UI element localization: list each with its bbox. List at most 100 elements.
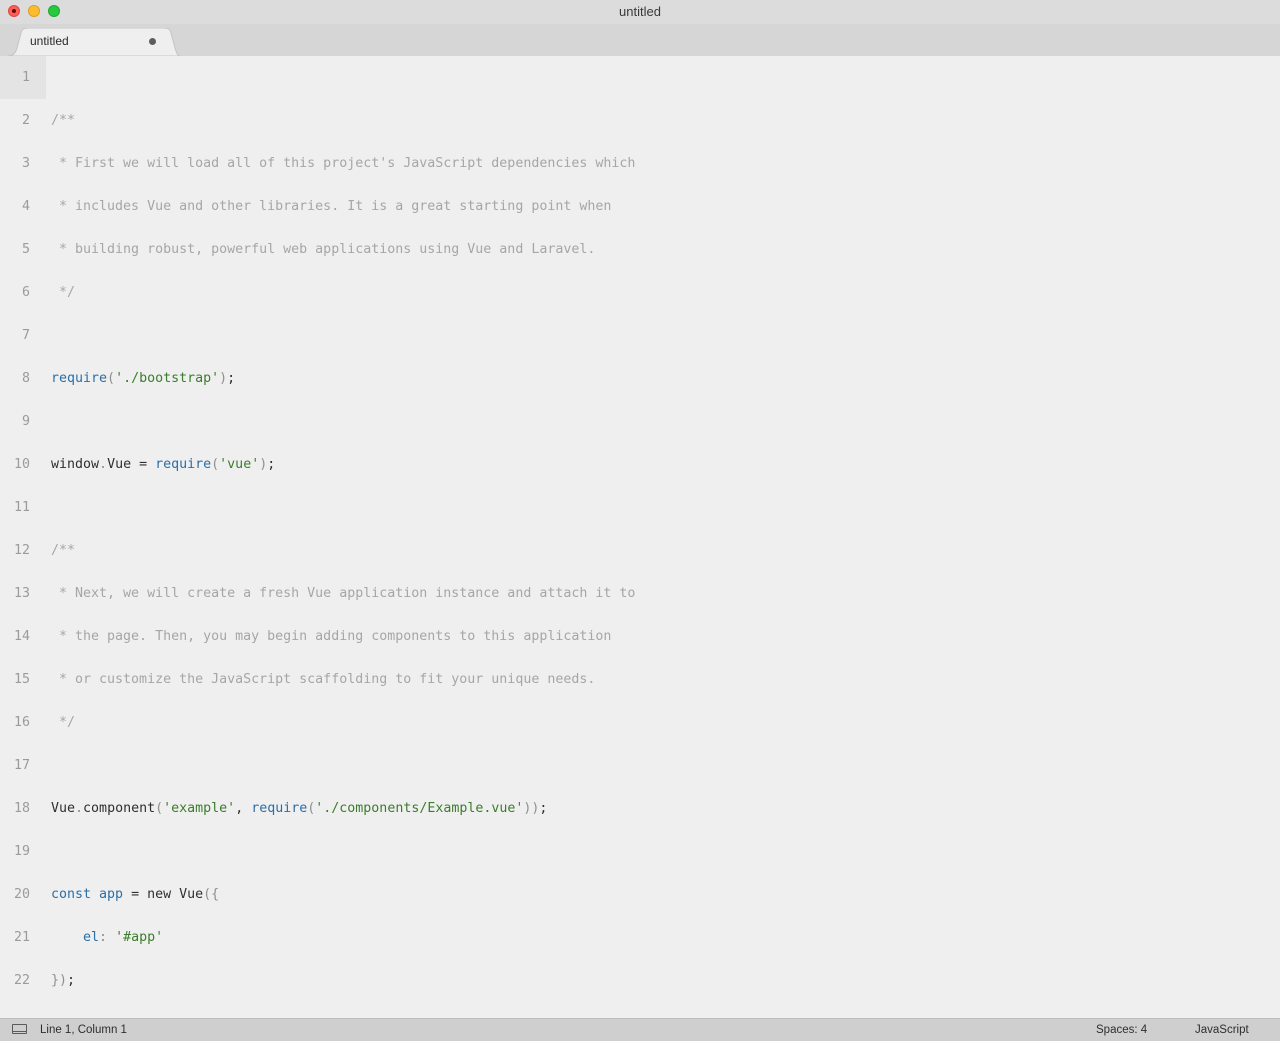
code-token: ; [227,371,236,386]
line-code: el: '#app' [51,930,163,945]
code-token: /** [51,543,76,558]
code-token: * or customize the JavaScript scaffoldin… [51,672,596,687]
line-code: /** [51,113,75,128]
code-token: * the page. Then, you may begin adding c… [51,629,612,644]
code-token: ( [107,371,116,386]
line-code: * the page. Then, you may begin adding c… [51,629,611,644]
line-number: 12 [13,543,30,558]
line-number: 5 [21,242,30,257]
line-code: * includes Vue and other libraries. It i… [51,199,611,214]
code-token: . [99,457,108,472]
cursor-position[interactable]: Line 1, Column 1 [40,1024,127,1036]
code-token: Vue [51,801,76,816]
line-code: * First we will load all of this project… [51,156,635,171]
code-token: './components/Example.vue' [315,801,524,816]
code-token: = new Vue [123,887,204,902]
code-line[interactable]: 14 * the page. Then, you may begin addin… [0,615,1280,658]
line-number: 8 [21,371,30,386]
code-line[interactable]: 10 window.Vue = require('vue'); [0,443,1280,486]
code-token: }) [51,973,68,988]
line-number: 7 [21,328,30,343]
line-number: 14 [13,629,30,644]
syntax-selector[interactable]: JavaScript [1195,1024,1249,1036]
line-number: 22 [13,973,30,988]
code-line[interactable]: 12 /** [0,529,1280,572]
line-number: 2 [21,113,30,128]
line-code: * building robust, powerful web applicat… [51,242,595,257]
code-line[interactable]: 18 Vue.component('example', require('./co… [0,787,1280,830]
line-code: }); [51,973,75,988]
line-number: 11 [13,500,30,515]
code-line[interactable]: 22}); [0,959,1280,1002]
code-token: ) [219,371,228,386]
code-line[interactable]: 15 * or customize the JavaScript scaffol… [0,658,1280,701]
code-token: el [83,930,100,945]
line-number: 16 [13,715,30,730]
line-number: 21 [13,930,30,945]
tab-bar: untitled [0,24,1280,56]
code-line[interactable]: 16 */ [0,701,1280,744]
code-line[interactable]: 11 [0,486,1280,529]
line-code: window.Vue = require('vue'); [51,457,275,472]
code-line[interactable]: 3 * First we will load all of this proje… [0,142,1280,185]
code-line[interactable]: 7 [0,314,1280,357]
code-line[interactable]: 9 [0,400,1280,443]
line-code: const app = new Vue({ [51,887,219,902]
code-line[interactable]: 19 [0,830,1280,873]
code-token: '#app' [115,930,164,945]
tab-untitled[interactable]: untitled [8,28,180,56]
code-token: ({ [203,887,220,902]
code-token: window [51,457,100,472]
line-number: 13 [13,586,30,601]
line-number: 15 [13,672,30,687]
window-title: untitled [619,4,661,19]
code-token: require [251,801,308,816]
code-token: * includes Vue and other libraries. It i… [51,199,612,214]
line-number: 6 [21,285,30,300]
line-number: 20 [13,887,30,902]
code-token: require [155,457,212,472]
line-number: 18 [13,801,30,816]
code-token: 'vue' [219,457,260,472]
code-token: ; [67,973,76,988]
code-line[interactable]: 20 const app = new Vue({ [0,873,1280,916]
editor-window: untitled untitled 1 2/** 3 * First we will… [0,0,1280,1041]
code-line[interactable]: 4 * includes Vue and other libraries. It… [0,185,1280,228]
tab-label: untitled [30,34,69,48]
code-line[interactable]: 6 */ [0,271,1280,314]
code-line[interactable]: 21 el: '#app' [0,916,1280,959]
code-token: ; [539,801,548,816]
dirty-dot-icon[interactable] [149,38,156,45]
code-token: : [99,930,116,945]
line-code: /** [51,543,75,558]
code-line[interactable]: 2 /** [0,99,1280,142]
code-token: * First we will load all of this project… [51,156,636,171]
line-code: Vue.component('example', require('./comp… [51,801,547,816]
panel-toggle-icon[interactable] [12,1024,27,1034]
code-line[interactable]: 5 * building robust, powerful web applic… [0,228,1280,271]
code-editor[interactable]: 1 2/** 3 * First we will load all of this … [0,56,1280,1018]
code-token: . [75,801,84,816]
code-line[interactable]: 13 * Next, we will create a fresh Vue ap… [0,572,1280,615]
code-token: /** [51,113,76,128]
title-bar: untitled [0,0,1280,24]
code-token: */ [51,285,76,300]
code-token: */ [51,715,76,730]
code-line[interactable]: 1 [0,56,1280,99]
code-token: ; [267,457,276,472]
code-line[interactable]: 17 [0,744,1280,787]
line-number: 19 [13,844,30,859]
code-token: * building robust, powerful web applicat… [51,242,596,257]
indentation-setting[interactable]: Spaces: 4 [1096,1024,1147,1036]
code-line[interactable]: 8 require('./bootstrap'); [0,357,1280,400]
code-token: Vue = [107,457,156,472]
code-token: component [83,801,156,816]
code-token: ( [211,457,220,472]
code-token: * Next, we will create a fresh Vue appli… [51,586,636,601]
line-number: 9 [21,414,30,429]
line-code: require('./bootstrap'); [51,371,235,386]
line-number: 10 [13,457,30,472]
status-bar: Line 1, Column 1 Spaces: 4 JavaScript [0,1018,1280,1041]
code-token: 'example' [163,801,236,816]
